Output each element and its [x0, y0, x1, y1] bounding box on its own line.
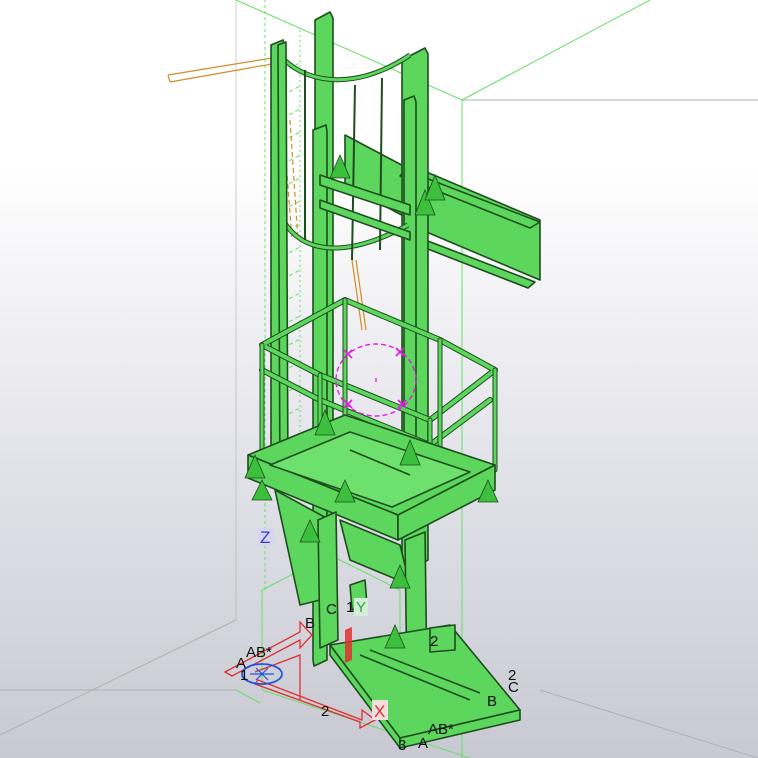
z-axis-label: Z [260, 528, 270, 547]
grid-label-ab-bottom: AB* [428, 721, 454, 738]
grid-label-2-mid: 2 [321, 703, 329, 720]
y-axis-label: Y [356, 599, 366, 616]
work-plane-lines [167, 57, 367, 331]
grid-label-3-bottom: 3 [398, 737, 406, 754]
grid-label-c-right: C [508, 679, 519, 696]
grid-label-2-upper: 2 [430, 633, 438, 650]
model-viewport[interactable]: Z Y X A AB* 1 B C 1 2 2 2 B C 3 A AB* [0, 0, 758, 758]
grid-label-ab-origin: AB* [246, 644, 272, 661]
grid-label-1-upper: 1 [346, 599, 354, 616]
grid-label-b-upper: B [305, 615, 315, 632]
grid-label-a-bottom: A [418, 735, 428, 752]
grid-label-c-upper: C [326, 601, 337, 618]
grid-label-b-right: B [487, 693, 497, 710]
grid-label-1-origin: 1 [240, 667, 248, 684]
ladder-rail[interactable] [277, 41, 289, 485]
i-beam-member[interactable] [344, 134, 541, 289]
x-axis-label: X [374, 702, 385, 721]
base-channel[interactable] [329, 624, 521, 749]
model-scene[interactable]: Z Y X A AB* 1 B C 1 2 2 2 B C 3 A AB* [0, 0, 758, 758]
